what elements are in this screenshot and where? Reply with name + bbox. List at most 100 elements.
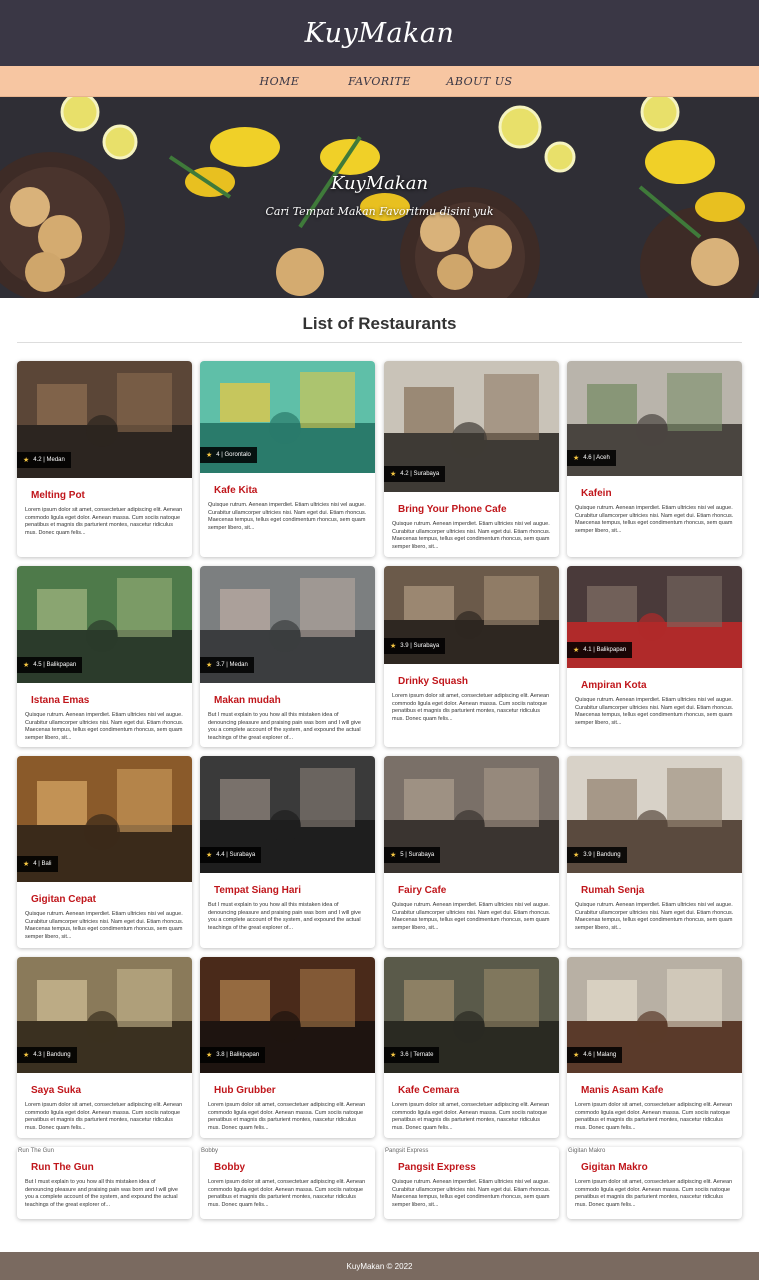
restaurant-image[interactable]: ★ 4.3 | Bandung xyxy=(17,957,192,1073)
restaurant-name[interactable]: Kafein xyxy=(581,488,728,499)
restaurant-image[interactable]: ★ 5 | Surabaya xyxy=(384,756,559,873)
star-icon: ★ xyxy=(23,457,30,464)
restaurant-image[interactable]: ★ 4.4 | Surabaya xyxy=(200,756,375,873)
restaurant-image[interactable]: ★ 4 | Gorontalo xyxy=(200,361,375,473)
nav-about-link[interactable]: ABOUT US xyxy=(430,75,530,88)
restaurant-image[interactable]: ★ 3.9 | Surabaya xyxy=(384,566,559,664)
restaurant-description: But I must explain to you how all this m… xyxy=(208,902,361,932)
restaurant-name[interactable]: Bobby xyxy=(214,1162,361,1173)
restaurant-image[interactable]: ★ 4.2 | Surabaya xyxy=(384,361,559,492)
rating-city-badge: ★ 5 | Surabaya xyxy=(384,847,441,863)
restaurant-card[interactable]: ★ 4.3 | Bandung Saya Suka Lorem ipsum dolor… xyxy=(17,957,192,1138)
restaurant-description: Quisque rutrum. Aenean imperdiet. Etiam … xyxy=(575,505,734,535)
rating-city-text: 3.9 | Surabaya xyxy=(400,643,440,649)
rating-city-text: 4.4 | Surabaya xyxy=(216,852,256,858)
restaurant-card[interactable]: Run The Gun Run The Gun But I must explain… xyxy=(17,1147,192,1219)
restaurant-name[interactable]: Istana Emas xyxy=(31,695,178,706)
restaurant-card[interactable]: ★ 3.8 | Balikpapan Hub Grubber Lorem ipsum … xyxy=(200,957,375,1138)
rating-city-badge: ★ 3.6 | Ternate xyxy=(384,1047,440,1063)
restaurant-name[interactable]: Fairy Cafe xyxy=(398,885,545,896)
restaurant-name[interactable]: Run The Gun xyxy=(31,1162,178,1173)
restaurant-card[interactable]: ★ 4.6 | Malang Manis Asam Kafe Lorem ipsum … xyxy=(567,957,742,1138)
hero-banner: KuyMakan Cari Tempat Makan Favoritmu dis… xyxy=(0,97,759,298)
restaurant-card[interactable]: ★ 4.4 | Surabaya Tempat Siang Hari But I mu… xyxy=(200,756,375,948)
restaurant-image[interactable]: ★ 4 | Bali xyxy=(17,756,192,882)
restaurant-name[interactable]: Rumah Senja xyxy=(581,885,728,896)
image-alt-text: Run The Gun xyxy=(18,1148,54,1154)
star-icon: ★ xyxy=(23,861,30,868)
restaurant-card[interactable]: ★ 4 | Bali Gigitan Cepat Quisque rutrum. Ae… xyxy=(17,756,192,948)
restaurant-name[interactable]: Manis Asam Kafe xyxy=(581,1085,728,1096)
nav-home-link[interactable]: HOME xyxy=(230,75,330,88)
restaurant-image[interactable]: ★ 3.7 | Medan xyxy=(200,566,375,683)
restaurant-description: Lorem ipsum dolor sit amet, consectetuer… xyxy=(392,1102,550,1132)
restaurant-image[interactable]: ★ 4.6 | Malang xyxy=(567,957,742,1073)
restaurant-image[interactable]: ★ 3.9 | Bandung xyxy=(567,756,742,873)
footer: KuyMakan © 2022 xyxy=(0,1252,759,1280)
broken-image[interactable]: Run The Gun xyxy=(17,1147,192,1156)
rating-city-text: 4 | Bali xyxy=(33,861,52,867)
restaurant-card[interactable]: ★ 3.7 | Medan Makan mudah But I must explai… xyxy=(200,566,375,747)
restaurant-description: Quisque rutrum. Aenean imperdiet. Etiam … xyxy=(575,902,734,932)
broken-image[interactable]: Bobby xyxy=(200,1147,375,1156)
restaurant-name[interactable]: Drinky Squash xyxy=(398,676,545,687)
rating-city-text: 4.2 | Medan xyxy=(33,457,65,463)
restaurant-card[interactable]: ★ 5 | Surabaya Fairy Cafe Quisque rutrum. A… xyxy=(384,756,559,948)
star-icon: ★ xyxy=(390,643,397,650)
star-icon: ★ xyxy=(573,455,580,462)
restaurant-name[interactable]: Ampiran Kota xyxy=(581,680,728,691)
restaurant-card[interactable]: ★ 3.9 | Bandung Rumah Senja Quisque rutrum.… xyxy=(567,756,742,948)
restaurant-description: Lorem ipsum dolor sit amet, consectetuer… xyxy=(392,693,550,723)
restaurant-name[interactable]: Kafe Kita xyxy=(214,485,361,496)
rating-city-text: 4.2 | Surabaya xyxy=(400,471,440,477)
image-alt-text: Pangsit Express xyxy=(385,1148,429,1154)
restaurant-image[interactable]: ★ 3.8 | Balikpapan xyxy=(200,957,375,1073)
restaurant-image[interactable]: ★ 4.6 | Aceh xyxy=(567,361,742,476)
divider xyxy=(17,342,742,343)
rating-city-text: 4.3 | Bandung xyxy=(33,1052,71,1058)
restaurant-name[interactable]: Bring Your Phone Cafe xyxy=(398,504,545,515)
image-alt-text: Gigitan Makro xyxy=(568,1148,606,1154)
restaurant-card[interactable]: ★ 4.5 | Balikpapan Istana Emas Quisque rutr… xyxy=(17,566,192,747)
restaurant-card[interactable]: ★ 4.6 | Aceh Kafein Quisque rutrum. Aenean … xyxy=(567,361,742,557)
restaurant-image[interactable]: ★ 3.6 | Ternate xyxy=(384,957,559,1073)
restaurant-card[interactable]: Gigitan Makro Gigitan Makro Lorem ipsum do… xyxy=(567,1147,742,1219)
rating-city-badge: ★ 4.1 | Balikpapan xyxy=(567,642,633,658)
restaurant-name[interactable]: Gigitan Cepat xyxy=(31,894,178,905)
restaurant-name[interactable]: Pangsit Express xyxy=(398,1162,545,1173)
restaurant-name[interactable]: Melting Pot xyxy=(31,490,178,501)
restaurant-card[interactable]: ★ 3.9 | Surabaya Drinky Squash Lorem ipsum … xyxy=(384,566,559,747)
hero-subtitle: Cari Tempat Makan Favoritmu disini yuk xyxy=(265,205,494,218)
restaurant-name[interactable]: Gigitan Makro xyxy=(581,1162,728,1173)
restaurant-name[interactable]: Kafe Cemara xyxy=(398,1085,545,1096)
broken-image[interactable]: Pangsit Express xyxy=(384,1147,559,1156)
restaurant-card[interactable]: ★ 4.1 | Balikpapan Ampiran Kota Quisque rut… xyxy=(567,566,742,747)
restaurant-card[interactable]: ★ 4.2 | Surabaya Bring Your Phone Cafe Quis… xyxy=(384,361,559,557)
nav-favorite-link[interactable]: FAVORITE xyxy=(330,75,430,88)
rating-city-badge: ★ 4.3 | Bandung xyxy=(17,1047,77,1063)
brand-logo[interactable]: KuyMakan xyxy=(305,18,455,49)
restaurant-name[interactable]: Hub Grubber xyxy=(214,1085,361,1096)
restaurant-card[interactable]: Pangsit Express Pangsit Express Quisque ru… xyxy=(384,1147,559,1219)
restaurant-image[interactable]: ★ 4.2 | Medan xyxy=(17,361,192,478)
restaurant-card[interactable]: ★ 4.2 | Medan Melting Pot Lorem ipsum dolor… xyxy=(17,361,192,557)
restaurant-card[interactable]: ★ 3.6 | Ternate Kafe Cemara Lorem ipsum dol… xyxy=(384,957,559,1138)
restaurant-description: Quisque rutrum. Aenean imperdiet. Etiam … xyxy=(25,911,184,941)
restaurant-image[interactable]: ★ 4.1 | Balikpapan xyxy=(567,566,742,668)
rating-city-text: 4.6 | Malang xyxy=(583,1052,617,1058)
restaurant-card[interactable]: Bobby Bobby Lorem ipsum dolor sit amet, co… xyxy=(200,1147,375,1219)
restaurant-image[interactable]: ★ 4.5 | Balikpapan xyxy=(17,566,192,683)
restaurant-name[interactable]: Saya Suka xyxy=(31,1085,178,1096)
restaurant-name[interactable]: Tempat Siang Hari xyxy=(214,885,361,896)
rating-city-badge: ★ 4.4 | Surabaya xyxy=(200,847,262,863)
restaurant-description: Quisque rutrum. Aenean imperdiet. Etiam … xyxy=(208,502,367,532)
restaurant-card[interactable]: ★ 4 | Gorontalo Kafe Kita Quisque rutrum. A… xyxy=(200,361,375,557)
app-header: KuyMakan xyxy=(0,0,759,66)
restaurant-name[interactable]: Makan mudah xyxy=(214,695,361,706)
rating-city-badge: ★ 3.7 | Medan xyxy=(200,657,254,673)
star-icon: ★ xyxy=(390,1052,397,1059)
broken-image[interactable]: Gigitan Makro xyxy=(567,1147,742,1156)
restaurant-description: But I must explain to you how all this m… xyxy=(208,712,361,742)
rating-city-badge: ★ 4 | Bali xyxy=(17,856,58,872)
restaurant-description: Quisque rutrum. Aenean imperdiet. Etiam … xyxy=(392,521,551,551)
